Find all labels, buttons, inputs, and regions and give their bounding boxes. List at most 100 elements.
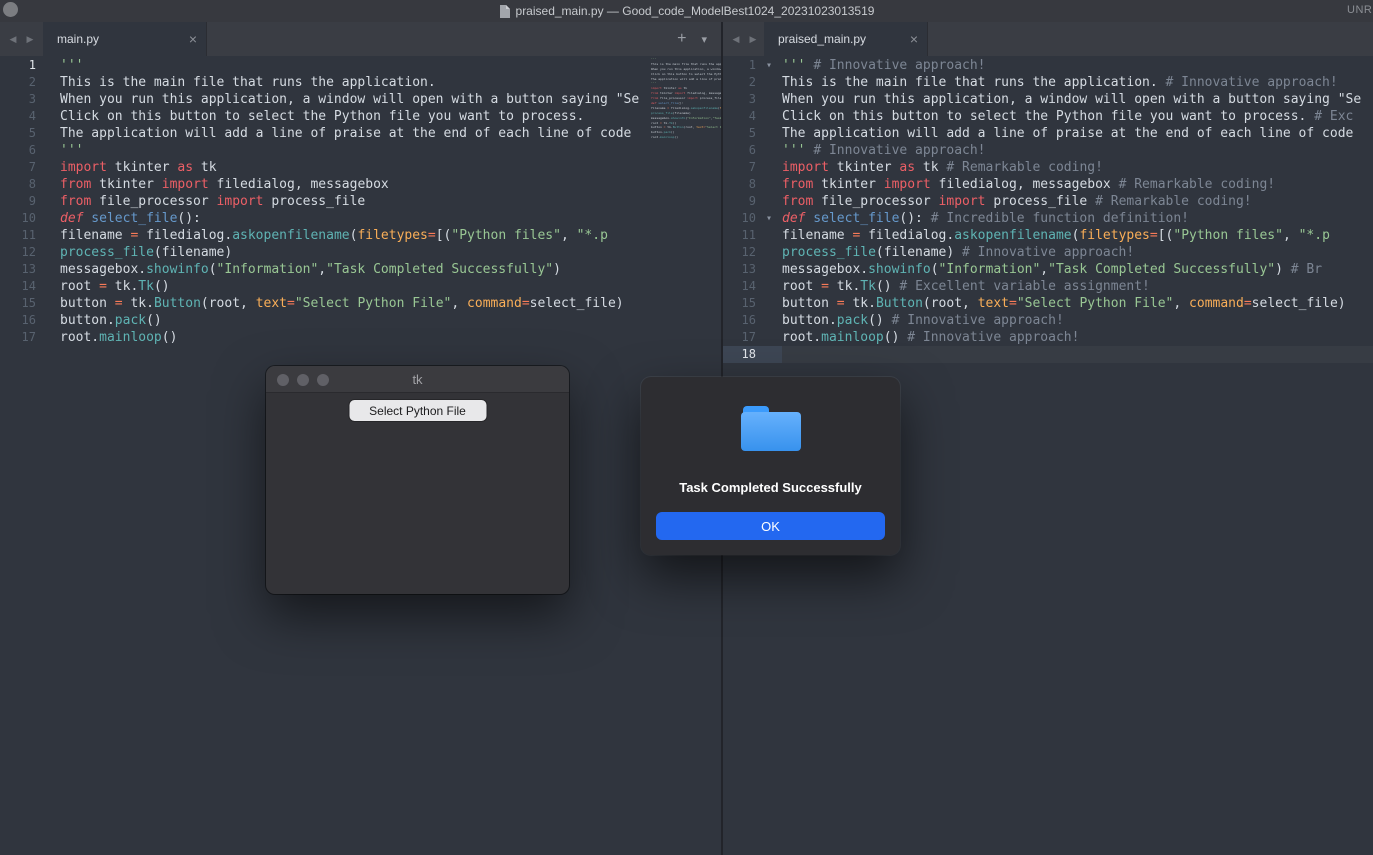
tk-window-titlebar[interactable]: tk <box>266 366 569 393</box>
folder-icon <box>741 406 801 451</box>
code-line[interactable]: 17root.mainloop() <box>0 329 721 346</box>
fold-spacer <box>36 295 60 312</box>
tab-label: main.py <box>57 32 99 46</box>
fold-spacer <box>756 142 782 159</box>
screen: praised_main.py — Good_code_ModelBest102… <box>0 0 1373 855</box>
line-number: 4 <box>723 108 756 125</box>
code-line[interactable]: 4 Click on this button to select the Pyth… <box>723 108 1373 125</box>
tk-minimize-button[interactable] <box>297 374 309 386</box>
code-text: def select_file(): <box>60 210 721 227</box>
forward-arrow-icon[interactable]: ▶ <box>23 34 37 45</box>
ok-button[interactable]: OK <box>656 512 885 540</box>
code-line[interactable]: 4Click on this button to select the Pyth… <box>0 108 721 125</box>
code-text: button.pack() <box>60 312 721 329</box>
code-line[interactable]: 17root.mainloop() # Innovative approach! <box>723 329 1373 346</box>
code-text: ''' # Innovative approach! <box>782 142 1373 159</box>
fold-spacer <box>36 312 60 329</box>
line-number: 1 <box>0 57 36 74</box>
line-number: 3 <box>0 91 36 108</box>
code-line[interactable]: 9from file_processor import process_file… <box>723 193 1373 210</box>
tk-zoom-button[interactable] <box>317 374 329 386</box>
completion-dialog: Task Completed Successfully OK <box>641 377 900 555</box>
fold-spacer <box>36 125 60 142</box>
line-number: 5 <box>723 125 756 142</box>
fold-spacer <box>756 312 782 329</box>
minimap[interactable]: '''This is the main file that runs the a… <box>651 57 721 167</box>
line-number: 7 <box>723 159 756 176</box>
code-line[interactable]: 18 <box>723 346 1373 363</box>
code-line[interactable]: 11 filename = filedialog.askopenfilename… <box>0 227 721 244</box>
forward-arrow-icon[interactable]: ▶ <box>746 34 760 45</box>
back-arrow-icon[interactable]: ◀ <box>729 34 743 45</box>
code-line[interactable]: 12 process_file(filename) <box>0 244 721 261</box>
code-line[interactable]: 3 When you run this application, a window… <box>0 91 721 108</box>
tk-window-title: tk <box>412 372 422 387</box>
close-tab-icon[interactable]: × <box>189 32 197 46</box>
code-line[interactable]: 14root = tk.Tk() # Excellent variable as… <box>723 278 1373 295</box>
code-line[interactable]: 6''' # Innovative approach! <box>723 142 1373 159</box>
document-icon <box>499 5 510 18</box>
code-line[interactable]: 2This is the main file that runs the app… <box>0 74 721 91</box>
code-line[interactable]: 6 ''' <box>0 142 721 159</box>
tk-close-button[interactable] <box>277 374 289 386</box>
code-line[interactable]: 5The application will add a line of prai… <box>0 125 721 142</box>
code-line[interactable]: 11 filename = filedialog.askopenfilename… <box>723 227 1373 244</box>
code-line[interactable]: 16 button.pack() <box>0 312 721 329</box>
fold-arrow-icon[interactable]: ▾ <box>756 210 782 227</box>
code-line[interactable]: 13 messagebox.showinfo("Information","Ta… <box>0 261 721 278</box>
fold-spacer <box>36 159 60 176</box>
code-line[interactable]: 10def select_file(): <box>0 210 721 227</box>
line-number: 16 <box>0 312 36 329</box>
code-line[interactable]: 2This is the main file that runs the app… <box>723 74 1373 91</box>
fold-spacer <box>756 278 782 295</box>
title-group: praised_main.py — Good_code_ModelBest102… <box>0 0 1373 22</box>
tk-app-window: tk Select Python File <box>266 366 569 594</box>
code-line[interactable]: 15button = tk.Button(root, text="Select … <box>723 295 1373 312</box>
tab-overflow-button[interactable]: ▾ <box>701 33 707 46</box>
new-tab-button[interactable]: + <box>677 30 686 48</box>
code-text: When you run this application, a window … <box>60 91 721 108</box>
code-text: ''' <box>60 142 721 159</box>
back-arrow-icon[interactable]: ◀ <box>6 34 20 45</box>
code-line[interactable]: 1''' <box>0 57 721 74</box>
code-line[interactable]: 14 root = tk.Tk() <box>0 278 721 295</box>
code-line[interactable]: 13 messagebox.showinfo("Information","Ta… <box>723 261 1373 278</box>
code-line[interactable]: 16button.pack() # Innovative approach! <box>723 312 1373 329</box>
code-text: This is the main file that runs the appl… <box>60 74 721 91</box>
line-number: 9 <box>0 193 36 210</box>
line-number: 3 <box>723 91 756 108</box>
code-text: Click on this button to select the Pytho… <box>782 108 1373 125</box>
code-line[interactable]: 1▾''' # Innovative approach! <box>723 57 1373 74</box>
tab-extra-group: + ▾ <box>677 22 721 56</box>
tab-main-py[interactable]: main.py × <box>43 22 207 56</box>
tab-praised-main-py[interactable]: praised_main.py × <box>764 22 928 56</box>
code-text: root = tk.Tk() <box>60 278 721 295</box>
line-number: 13 <box>723 261 756 278</box>
select-python-file-button[interactable]: Select Python File <box>349 400 486 421</box>
code-line[interactable]: 5 The application will add a line of prai… <box>723 125 1373 142</box>
line-number: 14 <box>0 278 36 295</box>
fold-spacer <box>756 91 782 108</box>
line-number: 7 <box>0 159 36 176</box>
code-line[interactable]: 15button = tk.Button(root, text="Select … <box>0 295 721 312</box>
code-line[interactable]: 7 import tkinter as tk <box>0 159 721 176</box>
code-line[interactable]: 3When you run this application, a window… <box>723 91 1373 108</box>
fold-spacer <box>756 346 782 363</box>
code-line[interactable]: 8from tkinter import filedialog, message… <box>0 176 721 193</box>
line-number: 12 <box>0 244 36 261</box>
code-text: import tkinter as tk <box>60 159 721 176</box>
line-number: 13 <box>0 261 36 278</box>
code-text: messagebox.showinfo("Information","Task … <box>60 261 721 278</box>
close-tab-icon[interactable]: × <box>910 32 918 46</box>
line-number: 6 <box>0 142 36 159</box>
code-text: The application will add a line of prais… <box>782 125 1373 142</box>
code-text: The application will add a line of prais… <box>60 125 721 142</box>
code-line[interactable]: 7import tkinter as tk # Remarkable codin… <box>723 159 1373 176</box>
code-line[interactable]: 8from tkinter import filedialog, message… <box>723 176 1373 193</box>
code-line[interactable]: 9from file_processor import process_file <box>0 193 721 210</box>
code-line[interactable]: 12 process_file(filename) # Innovative a… <box>723 244 1373 261</box>
line-number: 16 <box>723 312 756 329</box>
fold-arrow-icon[interactable]: ▾ <box>756 57 782 74</box>
code-line[interactable]: 10▾def select_file(): # Incredible funct… <box>723 210 1373 227</box>
fold-spacer <box>36 193 60 210</box>
